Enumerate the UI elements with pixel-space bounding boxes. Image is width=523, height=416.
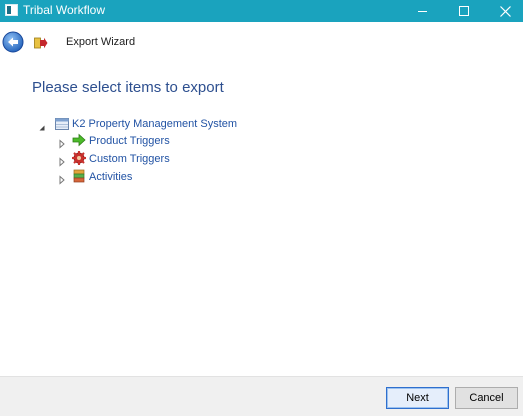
- tree-item-activities-expander[interactable]: [57, 172, 67, 185]
- back-arrow-icon: [2, 31, 24, 53]
- page-heading: Please select items to export: [32, 79, 224, 96]
- next-button[interactable]: Next: [386, 387, 449, 409]
- collapsed-triangle-icon: [59, 175, 65, 185]
- app-window-icon: [5, 4, 18, 16]
- export-wizard-icon: [34, 36, 48, 49]
- close-icon: [499, 5, 511, 17]
- wizard-title: Export Wizard: [66, 36, 136, 48]
- cancel-button[interactable]: Cancel: [455, 387, 518, 409]
- back-button[interactable]: [2, 31, 24, 53]
- title-bar: Tribal Workflow: [0, 0, 523, 22]
- minimize-button[interactable]: [404, 0, 440, 22]
- tree-root-expander[interactable]: [37, 120, 47, 131]
- minimize-icon: [417, 10, 427, 12]
- collapsed-triangle-icon: [59, 139, 65, 149]
- system-table-icon: [55, 117, 69, 130]
- activity-stack-icon: [72, 169, 86, 183]
- maximize-icon: [459, 6, 469, 16]
- tree-item-activities[interactable]: Activities: [89, 170, 132, 184]
- green-arrow-icon: [72, 133, 86, 147]
- red-gear-icon: [71, 150, 87, 166]
- close-button[interactable]: [487, 0, 523, 22]
- tree-item-product-triggers[interactable]: Product Triggers: [89, 134, 170, 148]
- maximize-button[interactable]: [446, 0, 482, 22]
- tree-item-custom-triggers-expander[interactable]: [57, 154, 67, 167]
- expanded-triangle-icon: [39, 125, 45, 131]
- tree-root-label[interactable]: K2 Property Management System: [72, 117, 237, 131]
- window-title: Tribal Workflow: [23, 3, 106, 17]
- tree-item-custom-triggers[interactable]: Custom Triggers: [89, 152, 170, 166]
- collapsed-triangle-icon: [59, 157, 65, 167]
- tree-item-product-triggers-expander[interactable]: [57, 136, 67, 149]
